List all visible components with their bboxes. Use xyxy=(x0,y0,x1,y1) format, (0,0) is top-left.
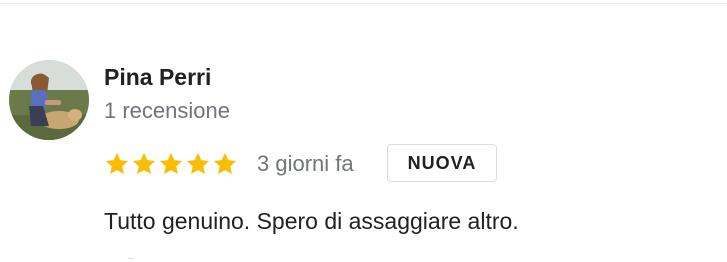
review-time: 3 giorni fa xyxy=(257,151,354,176)
bottom-divider-fragment xyxy=(128,258,134,259)
star-icon xyxy=(186,152,210,174)
review-text: Tutto genuino. Spero di assaggiare altro… xyxy=(104,208,519,234)
reviewer-name[interactable]: Pina Perri xyxy=(104,63,211,91)
star-icon xyxy=(213,152,237,174)
review-count[interactable]: 1 recensione xyxy=(104,97,230,125)
avatar[interactable] xyxy=(9,60,89,140)
star-icon xyxy=(105,152,129,174)
star-icon xyxy=(159,152,183,174)
top-divider xyxy=(0,3,727,4)
new-badge: NUOVA xyxy=(387,144,497,182)
star-rating xyxy=(104,148,239,180)
profile-photo-icon xyxy=(9,60,89,140)
review-meta: 3 giorni fa NUOVA xyxy=(104,144,604,184)
star-icon xyxy=(132,152,156,174)
